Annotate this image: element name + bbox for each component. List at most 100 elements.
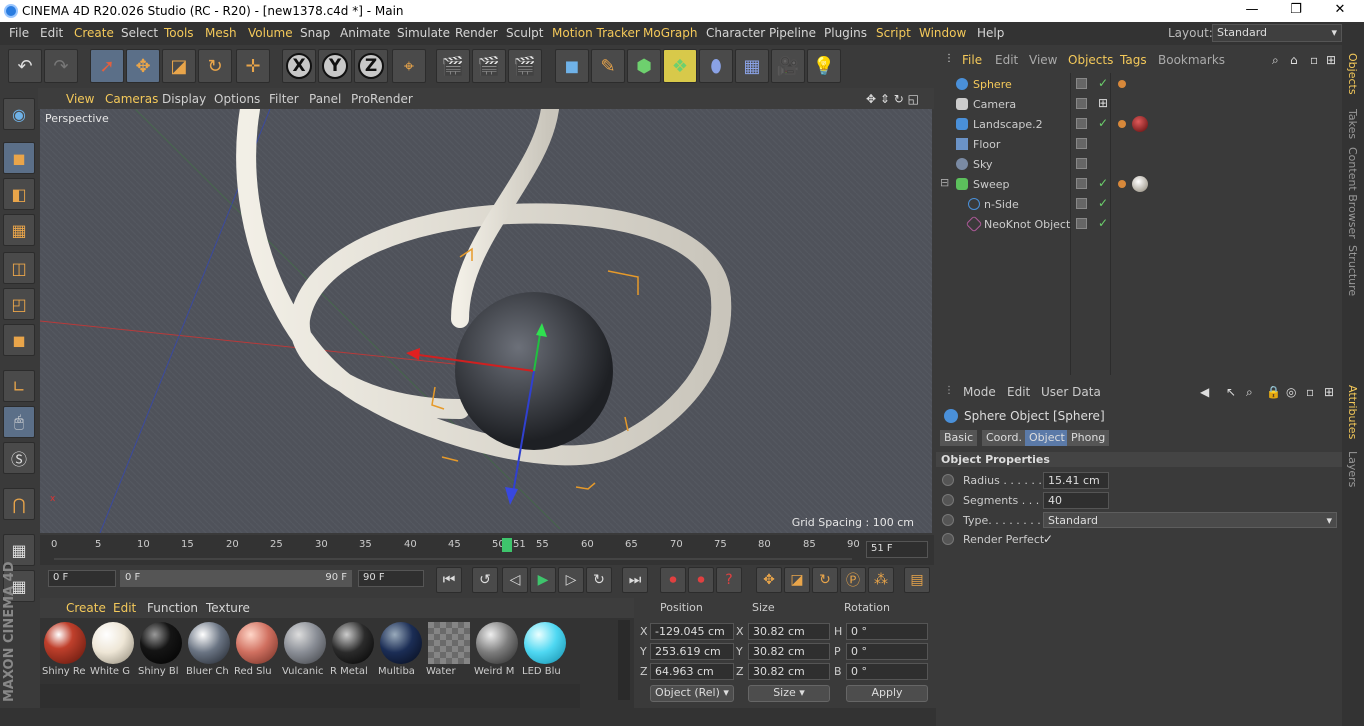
layer-flag[interactable] [1076, 178, 1087, 189]
subdivision-surface-button[interactable]: ⬢ [627, 49, 661, 83]
back-arrow-icon[interactable]: ◀ [1200, 385, 1209, 399]
position-z-field[interactable]: 64.963 cm [650, 663, 734, 680]
animate-radio[interactable] [942, 514, 954, 526]
position-x-field[interactable]: -129.045 cm [650, 623, 734, 640]
viewport-menu-prorender[interactable]: ProRender [351, 92, 413, 106]
goto-start-button[interactable]: ⏮ [436, 567, 462, 593]
move-tool-button[interactable]: ✥ [126, 49, 160, 83]
pen-spline-button[interactable]: ✎ [591, 49, 625, 83]
maximize-button[interactable]: ❐ [1276, 2, 1316, 20]
end-frame-field[interactable]: 90 F [358, 570, 424, 587]
make-editable-icon[interactable]: ◉ [3, 98, 35, 130]
menu-volume[interactable]: Volume [248, 26, 293, 40]
object-row-sweep[interactable]: ⊟ Sweep ✓ [940, 174, 1340, 194]
layer-flag[interactable] [1076, 158, 1087, 169]
object-row-camera[interactable]: Camera ⊞ [940, 94, 1340, 114]
y-axis-lock-button[interactable]: Y [318, 49, 352, 83]
tab-basic[interactable]: Basic [940, 430, 978, 446]
viewport-menu-cameras[interactable]: Cameras [105, 92, 158, 106]
menu-render[interactable]: Render [455, 26, 498, 40]
scale-key-button[interactable]: ◪ [784, 567, 810, 593]
object-row-neoknot[interactable]: NeoKnot Object ✓ [940, 214, 1340, 234]
search-icon[interactable]: ⌕ [1272, 53, 1279, 68]
menu-file[interactable]: File [9, 26, 29, 40]
viewport-menu-filter[interactable]: Filter [269, 92, 299, 106]
radius-field[interactable]: 15.41 cm [1043, 472, 1109, 489]
panel-grip-icon[interactable]: ⋮ [944, 385, 954, 396]
layer-flag[interactable] [1076, 218, 1087, 229]
up-arrow-icon[interactable]: ↖ [1226, 385, 1236, 399]
point-level-key-button[interactable]: ⁂ [868, 567, 894, 593]
size-mode-dropdown[interactable]: Size ▾ [748, 685, 830, 702]
material-scrollbar[interactable] [618, 620, 630, 700]
tab-objects[interactable]: Objects [1346, 53, 1359, 95]
viewport-nav-icons[interactable]: ✥ ⇕ ↻ ◱ [866, 92, 919, 106]
material-menu-edit[interactable]: Edit [113, 601, 136, 615]
frame-range-slider[interactable]: 0 F 90 F [120, 570, 352, 587]
rotation-b-field[interactable]: 0 ° [846, 663, 928, 680]
polygons-mode-icon[interactable]: ◼ [3, 324, 35, 356]
size-z-field[interactable]: 30.82 cm [748, 663, 830, 680]
position-y-field[interactable]: 253.619 cm [650, 643, 734, 660]
material-item[interactable]: Multiba [378, 620, 424, 684]
enabled-check-icon[interactable]: ✓ [1098, 176, 1108, 190]
array-button[interactable]: ❖ [663, 49, 697, 83]
target-icon[interactable]: ◎ [1286, 385, 1296, 399]
material-menu-create[interactable]: Create [66, 601, 106, 615]
viewport-menu-options[interactable]: Options [214, 92, 260, 106]
menu-script[interactable]: Script [876, 26, 911, 40]
enabled-check-icon[interactable]: ✓ [1098, 116, 1108, 130]
object-menu-file[interactable]: File [962, 53, 982, 67]
material-item[interactable]: Vulcanic [282, 620, 328, 684]
layer-flag[interactable] [1076, 118, 1087, 129]
start-frame-field[interactable]: 0 F [48, 570, 116, 587]
object-menu-objects[interactable]: Objects [1068, 53, 1113, 67]
tab-content-browser[interactable]: Content Browser [1346, 147, 1359, 239]
menu-tools[interactable]: Tools [164, 26, 194, 40]
render-settings-button[interactable]: 🎬 [508, 49, 542, 83]
live-selection-button[interactable]: ➚ [90, 49, 124, 83]
phong-tag-icon[interactable] [1118, 180, 1126, 188]
param-key-button[interactable]: Ⓟ [840, 567, 866, 593]
floor-button[interactable]: ▦ [735, 49, 769, 83]
z-axis-lock-button[interactable]: Z [354, 49, 388, 83]
close-button[interactable]: ✕ [1320, 2, 1360, 20]
model-mode-icon[interactable]: ◼ [3, 142, 35, 174]
layer-flag[interactable] [1076, 138, 1087, 149]
render-perfect-checkbox[interactable]: ✓ [1043, 532, 1053, 546]
object-menu-bookmarks[interactable]: Bookmarks [1158, 53, 1225, 67]
menu-mesh[interactable]: Mesh [205, 26, 237, 40]
menu-mograph[interactable]: MoGraph [643, 26, 698, 40]
position-key-button[interactable]: ✥ [756, 567, 782, 593]
menu-plugins[interactable]: Plugins [824, 26, 867, 40]
animate-radio[interactable] [942, 474, 954, 486]
size-x-field[interactable]: 30.82 cm [748, 623, 830, 640]
material-item[interactable]: Water [426, 620, 472, 684]
solo-mode-icon[interactable]: Ⓢ [3, 442, 35, 474]
animate-radio[interactable] [942, 533, 954, 545]
texture-mode-icon[interactable]: ◧ [3, 178, 35, 210]
next-key-button[interactable]: ↻ [586, 567, 612, 593]
points-mode-icon[interactable]: ◫ [3, 252, 35, 284]
size-y-field[interactable]: 30.82 cm [748, 643, 830, 660]
rotation-h-field[interactable]: 0 ° [846, 623, 928, 640]
menu-simulate[interactable]: Simulate [397, 26, 450, 40]
cube-object-button[interactable]: ◼ [555, 49, 589, 83]
x-axis-lock-button[interactable]: X [282, 49, 316, 83]
undo-button[interactable]: ↶ [8, 49, 42, 83]
minimize-button[interactable]: — [1232, 2, 1272, 20]
menu-pipeline[interactable]: Pipeline [769, 26, 816, 40]
material-tag-icon[interactable] [1132, 176, 1148, 192]
material-item[interactable]: Weird M [474, 620, 520, 684]
attr-menu-mode[interactable]: Mode [963, 385, 996, 399]
material-item[interactable]: Red Slu [234, 620, 280, 684]
enabled-check-icon[interactable]: ✓ [1098, 216, 1108, 230]
menu-window[interactable]: Window [919, 26, 966, 40]
tab-phong[interactable]: Phong [1067, 430, 1110, 446]
auto-keying-button[interactable]: ⏺ [688, 567, 714, 593]
render-view-button[interactable]: 🎬 [436, 49, 470, 83]
home-icon[interactable]: ⌂ [1290, 53, 1298, 67]
phong-tag-icon[interactable] [1118, 120, 1126, 128]
3d-viewport[interactable]: x Perspective Grid Spacing : 100 cm [40, 109, 932, 533]
lock-icon[interactable]: 🔒 [1266, 385, 1281, 399]
